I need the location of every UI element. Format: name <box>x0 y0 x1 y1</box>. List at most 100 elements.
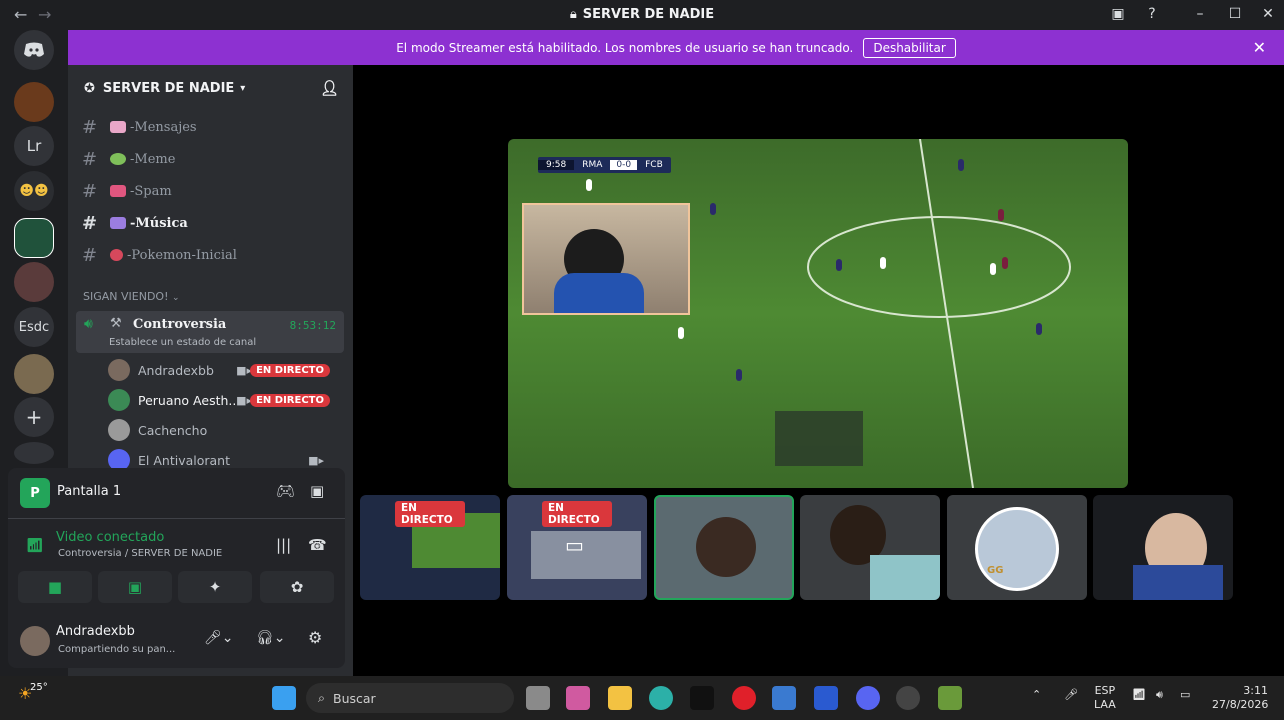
copilot-icon[interactable] <box>566 686 590 710</box>
player <box>1002 257 1008 269</box>
server-icon-emoji[interactable]: ☻☻ <box>14 171 54 211</box>
task-view-icon[interactable] <box>526 686 550 710</box>
server-icon-avatar[interactable] <box>14 262 54 302</box>
window-title: 🔒︎ SERVER DE NADIE <box>569 7 715 22</box>
user-status: Compartiendo su pan... <box>58 644 176 655</box>
channel-pokemon-inicial[interactable]: # -Pokemon-Inicial <box>82 241 237 269</box>
video-tile-4[interactable] <box>800 495 940 600</box>
red-circle-icon <box>110 249 123 261</box>
wifi-icon[interactable]: 📶︎ <box>1132 688 1146 701</box>
app-icon[interactable] <box>896 686 920 710</box>
banner-text: El modo Streamer está habilitado. Los no… <box>396 40 854 55</box>
chevron-down-icon: ▾ <box>240 82 246 94</box>
player <box>958 159 964 171</box>
camera-button[interactable]: ■ <box>18 571 92 603</box>
server-header[interactable]: ✪ SERVER DE NADIE ▾ 👤︎ <box>68 65 353 111</box>
streamer-mode-banner: El modo Streamer está habilitado. Los no… <box>68 30 1284 65</box>
player <box>678 327 684 339</box>
video-tile-3[interactable] <box>654 495 794 600</box>
video-tile-6[interactable] <box>1093 495 1233 600</box>
close-banner-icon[interactable]: ✕ <box>1253 38 1266 57</box>
avatar <box>108 359 130 381</box>
activities-button[interactable]: ✦ <box>178 571 252 603</box>
help-icon[interactable]: ? <box>1142 6 1162 22</box>
megaphone-icon <box>110 185 126 197</box>
search-box[interactable]: ⌕ Buscar <box>306 683 514 713</box>
language-indicator[interactable]: ESP LAA <box>1094 684 1116 712</box>
connection-location[interactable]: Controversia / SERVER DE NADIE <box>58 548 222 559</box>
maximize-icon[interactable]: ☐ <box>1225 6 1245 22</box>
envelope-icon <box>110 121 126 133</box>
battery-icon[interactable]: ▭ <box>1180 688 1190 701</box>
streamer-webcam-overlay <box>522 203 690 315</box>
disconnect-icon[interactable]: ☎ <box>308 536 327 554</box>
player <box>990 263 996 275</box>
server-icon-lr[interactable]: Lr <box>14 126 54 166</box>
player <box>1036 323 1042 335</box>
title-bar: ← → 🔒︎ SERVER DE NADIE ▣ ? – ☐ ✕ <box>0 0 1284 30</box>
inbox-icon[interactable]: ▣ <box>1108 6 1128 22</box>
invite-user-icon[interactable]: 👤︎ <box>320 79 339 97</box>
file-explorer-icon[interactable] <box>608 686 632 710</box>
player <box>586 179 592 191</box>
server-icon-image[interactable] <box>14 354 54 394</box>
voice-user-cachencho[interactable]: Cachencho <box>108 418 338 442</box>
share-screen-button[interactable]: ▣ <box>98 571 172 603</box>
chevron-up-icon[interactable]: ⌃ <box>1032 688 1041 701</box>
minimize-icon[interactable]: – <box>1190 6 1210 22</box>
epic-games-icon[interactable] <box>690 686 714 710</box>
divider <box>8 518 345 519</box>
server-icon-esdc[interactable]: Esdc <box>14 307 54 347</box>
live-badge: EN DIRECTO <box>250 363 330 377</box>
voice-user-andradexbb[interactable]: Andradexbb ■▸ EN DIRECTO <box>108 358 338 382</box>
discord-icon[interactable] <box>856 686 880 710</box>
soundboard-button[interactable]: ✿ <box>260 571 334 603</box>
camera-icon: ■▸ <box>308 453 324 467</box>
weather-temp[interactable]: 25° <box>30 682 48 693</box>
stop-share-icon[interactable]: ▣ <box>310 482 324 500</box>
noise-suppression-icon[interactable]: ||| <box>276 536 291 554</box>
stream-tile-1[interactable]: EN DIRECTO <box>360 495 500 600</box>
close-window-icon[interactable]: ✕ <box>1258 6 1278 22</box>
server-icon-chocolate[interactable] <box>14 82 54 122</box>
store-icon[interactable] <box>772 686 796 710</box>
windows-taskbar: ☀ 25° ⌕ Buscar ⌃ 🎤︎ ESP LAA 📶︎ 🔊︎ ▭ 3:11 27… <box>0 676 1284 720</box>
gamepad-icon[interactable]: 🎮︎ <box>276 482 295 500</box>
minecraft-icon[interactable] <box>938 686 962 710</box>
volume-icon[interactable]: 🔊︎ <box>1156 688 1163 702</box>
speaker-icon: 🔊︎ <box>84 316 93 332</box>
edge-icon[interactable] <box>649 686 673 710</box>
channel-musica[interactable]: # -Música <box>82 209 188 237</box>
channel-meme[interactable]: # -Meme <box>82 145 175 173</box>
disable-streamer-button[interactable]: Deshabilitar <box>863 37 956 58</box>
channel-spam[interactable]: # -Spam <box>82 177 172 205</box>
clock[interactable]: 3:11 27/8/2026 <box>1212 684 1268 712</box>
start-icon[interactable] <box>272 686 296 710</box>
server-icon-nadie[interactable] <box>14 218 54 258</box>
settings-gear-icon[interactable]: ⚙ <box>308 628 322 647</box>
microphone-icon[interactable]: 🎤︎⌄ <box>204 630 234 646</box>
stream-video-football[interactable]: 9:58 RMA 0-0 FCB <box>508 139 1128 488</box>
player <box>880 257 886 269</box>
channel-status-text: Establece un estado de canal <box>109 337 257 348</box>
discord-home-icon[interactable] <box>14 30 54 70</box>
avatar-tile-5[interactable]: GG <box>947 495 1087 600</box>
add-server-icon[interactable]: + <box>14 397 54 437</box>
app-icon[interactable] <box>814 686 838 710</box>
connection-status[interactable]: Video conectado <box>56 530 164 545</box>
opera-icon[interactable] <box>732 686 756 710</box>
discover-icon[interactable] <box>14 442 54 464</box>
stream-tile-2[interactable]: ▭ EN DIRECTO <box>507 495 647 600</box>
voice-user-peruano[interactable]: Peruano Aesth... ■▸ EN DIRECTO <box>108 388 338 412</box>
channel-mensajes[interactable]: # -Mensajes <box>82 113 197 141</box>
avatar[interactable] <box>20 626 50 656</box>
avatar <box>108 389 130 411</box>
category-sigan-viendo[interactable]: SIGAN VIENDO! ⌄ <box>83 290 180 303</box>
microphone-icon[interactable]: 🎤︎ <box>1064 688 1078 701</box>
username[interactable]: Andradexbb <box>56 624 135 639</box>
player <box>736 369 742 381</box>
voice-channel-controversia[interactable]: 🔊︎ ⚒ Controversia 8:53:12 Establece un e… <box>76 311 344 353</box>
headphones-icon[interactable]: 🎧︎⌄ <box>256 630 286 646</box>
user-panel: P Pantalla 1 🎮︎ ▣ 📶︎ Video conectado Con… <box>8 468 345 668</box>
alien-icon <box>110 153 126 165</box>
